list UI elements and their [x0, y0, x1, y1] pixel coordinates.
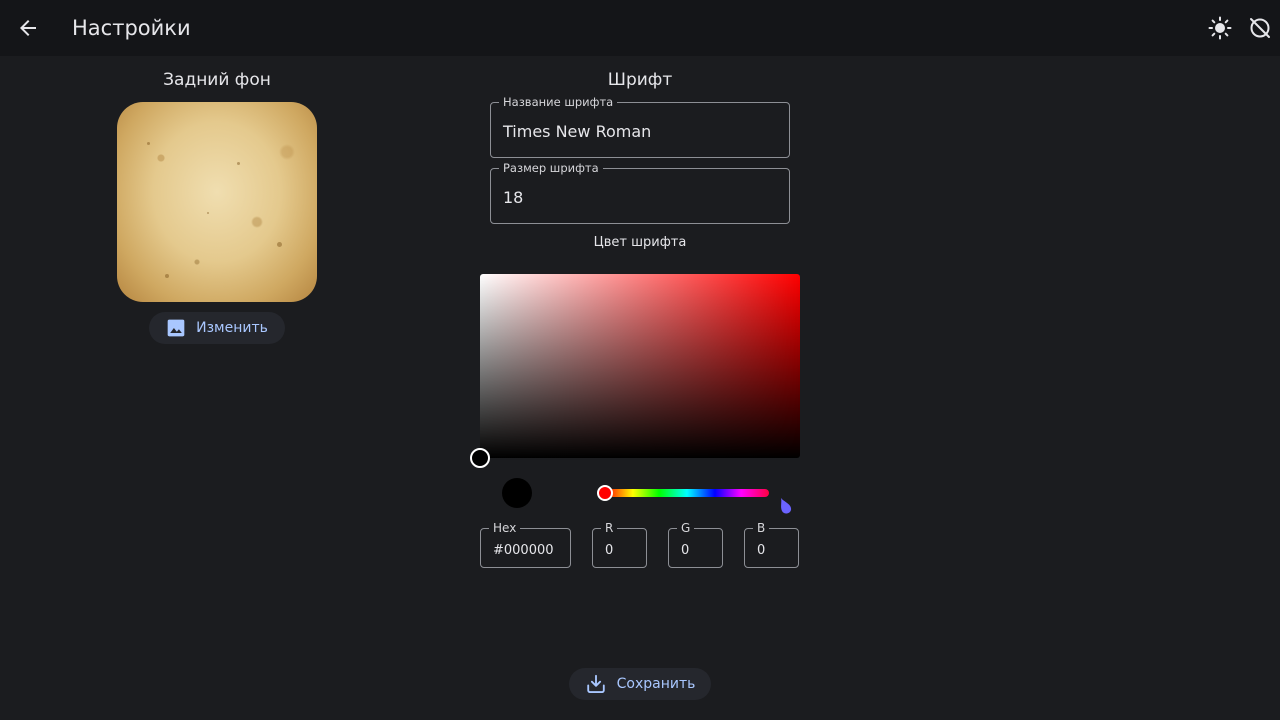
theme-toggle-button[interactable]: [1200, 8, 1240, 48]
green-field[interactable]: G 0: [668, 520, 723, 568]
font-size-field[interactable]: Размер шрифта 18: [490, 160, 790, 224]
saturation-value-area[interactable]: [480, 274, 800, 458]
page-title: Настройки: [72, 16, 191, 40]
background-section-title: Задний фон: [163, 70, 271, 90]
red-label: R: [601, 520, 618, 536]
arrow-back-icon: [20, 20, 36, 36]
top-app-bar: Настройки: [0, 0, 1280, 56]
green-label: G: [677, 520, 695, 536]
hue-slider[interactable]: [605, 489, 769, 497]
font-name-value: Times New Roman: [503, 122, 652, 141]
blue-value: 0: [757, 543, 766, 558]
blue-field[interactable]: B 0: [744, 520, 799, 568]
change-background-label: Изменить: [196, 320, 268, 336]
hue-slider-thumb[interactable]: [597, 485, 613, 501]
selected-color-swatch: [502, 478, 532, 508]
red-value: 0: [605, 543, 614, 558]
green-value: 0: [681, 543, 690, 558]
font-name-label: Название шрифта: [499, 94, 618, 110]
hex-label: Hex: [489, 520, 521, 536]
background-image-preview: [117, 102, 317, 302]
font-size-value: 18: [503, 188, 524, 207]
blue-label: B: [753, 520, 770, 536]
hex-value: #000000: [493, 543, 554, 558]
font-size-label: Размер шрифта: [499, 160, 603, 176]
back-button[interactable]: [8, 8, 48, 48]
save-button[interactable]: Сохранить: [569, 668, 711, 700]
eyedropper-icon[interactable]: [778, 496, 794, 520]
brightness-icon: [1208, 16, 1232, 40]
font-section-title: Шрифт: [607, 70, 673, 90]
image-icon: [166, 318, 186, 338]
hex-field[interactable]: Hex #000000: [480, 520, 571, 568]
saturation-value-thumb[interactable]: [470, 448, 490, 468]
red-field[interactable]: R 0: [592, 520, 647, 568]
sync-disabled-icon: [1250, 18, 1270, 38]
font-name-field[interactable]: Название шрифта Times New Roman: [490, 94, 790, 158]
sync-toggle-button[interactable]: [1240, 8, 1280, 48]
download-icon: [585, 673, 607, 695]
change-background-button[interactable]: Изменить: [149, 312, 285, 344]
save-label: Сохранить: [616, 676, 696, 692]
font-color-label: Цвет шрифта: [593, 235, 687, 250]
